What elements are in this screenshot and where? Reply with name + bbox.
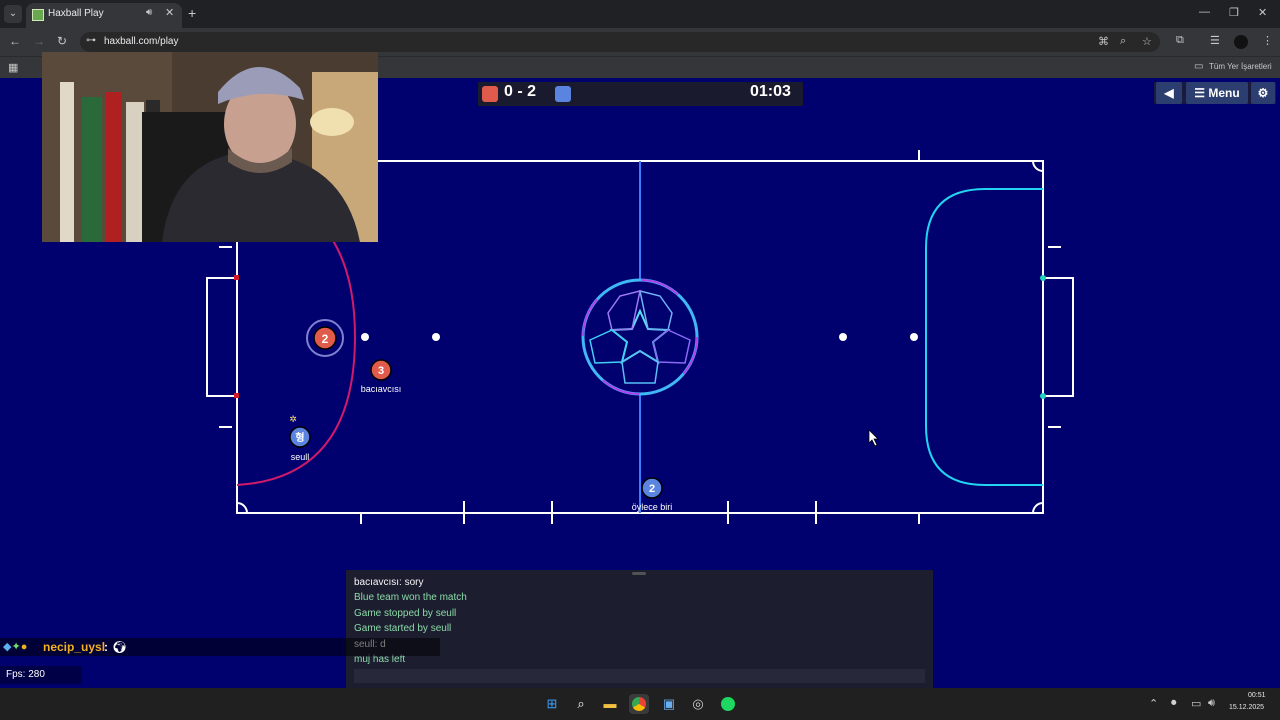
folder-icon: ▭ [1194,61,1204,72]
game-controls: ◀ ☰ Menu ⚙ [1154,82,1276,104]
extensions-icon[interactable]: ⧉ [1176,34,1184,47]
url-text[interactable]: haxball.com/play [104,36,178,47]
speaker-icon[interactable]: 🔊︎ [146,7,152,18]
player-number: 2 [649,483,655,495]
close-tab-icon[interactable]: ✕ [165,6,174,19]
microphone-icon[interactable]: ⏺︎ [1171,697,1177,710]
chat-message: Game stopped by seull [354,608,457,619]
chat-resize-handle[interactable] [632,572,646,575]
clock-date[interactable]: 15.12.2025 [1229,704,1264,711]
tray-overflow-icon[interactable]: ⌃ [1149,697,1158,710]
tab-title: Haxball Play [48,8,104,19]
address-bar[interactable]: ⊶ haxball.com/play ⌘ ⌕ ☆ [80,32,1160,52]
score: 0 - 2 [504,83,537,100]
chat-input[interactable] [354,669,925,683]
windows-start-icon[interactable]: ⊞ [542,694,562,714]
badge-icons: ◆✦● [3,641,28,653]
spotify-icon[interactable] [718,694,738,714]
network-icon[interactable]: ▭ [1191,697,1201,710]
site-info-icon[interactable]: ⊶ [86,35,96,46]
blue-team-square [555,86,571,102]
tab-search-button[interactable]: ⌄ [4,5,22,23]
settings-button[interactable]: ⚙ [1251,82,1275,104]
media-controls-icon[interactable]: ☰ [1210,34,1220,47]
steam-icon[interactable]: ◎ [688,694,708,714]
stream-separator: : [104,640,108,654]
player-number: 2 [322,332,329,346]
player-name: seull [291,452,310,462]
player-number: 형 [295,431,304,444]
back-button[interactable]: ← [9,34,21,48]
all-bookmarks-link[interactable]: Tüm Yer İşaretleri [1209,62,1272,71]
window-close-button[interactable]: ✕ [1258,6,1267,19]
browser-tab-bar: ⌄ Haxball Play 🔊︎ ✕ + — ❐ ✕ [0,0,1280,28]
translate-icon[interactable]: ⌘ [1098,35,1109,48]
clock-time[interactable]: 00:51 [1248,692,1266,699]
fps-text: Fps: 280 [6,669,45,680]
player-name: bacıavcısı [361,384,402,394]
center-ball-logo [581,278,699,396]
file-explorer-icon[interactable]: ▬ [600,694,620,714]
chat-message: Game started by seull [354,623,452,634]
stream-chat-overlay: ◆✦● necip_uysl : 🌍︎ [0,638,440,656]
restore-button[interactable]: ❐ [1229,6,1239,19]
chat-message: Blue team won the match [354,592,467,603]
taskbar: ⊞ ⌕ ▬ ▣ ◎ ⌃ ⏺︎ ▭ 🔊︎ 00:51 15.12.2025 [0,688,1280,720]
bookmark-star-icon[interactable]: ☆ [1142,35,1152,48]
photos-icon[interactable]: ▣ [659,694,679,714]
menu-button[interactable]: ☰ Menu [1186,82,1248,104]
search-icon[interactable]: ⌕ [571,694,591,714]
forward-button[interactable]: → [33,34,45,48]
haxball-favicon-icon [32,9,44,21]
stream-username: necip_uysl [43,640,106,654]
chrome-icon[interactable] [629,694,649,714]
webcam-overlay [42,52,378,242]
sound-toggle-button[interactable]: ◀ [1156,82,1182,104]
fps-counter: Fps: 280 [0,666,82,684]
match-timer: 01:03 [750,83,791,100]
chat-message: bacıavcısı: sory [354,577,424,588]
zoom-icon[interactable]: ⌕ [1120,35,1126,48]
new-tab-button[interactable]: + [188,5,196,21]
game-area: 2 3 bacıavcısı 형 seull ✲ 2 öylece biri 0… [0,52,1280,688]
apps-grid-icon[interactable]: ▦ [8,61,18,74]
mouse-cursor-icon [868,429,879,447]
player-name: öylece biri [632,502,673,512]
webcam-feed [42,52,378,242]
reload-button[interactable]: ↻ [57,34,67,48]
minimize-button[interactable]: — [1199,6,1210,18]
browser-tab[interactable]: Haxball Play 🔊︎ ✕ [26,3,182,28]
emote-icon: 🌍︎ [112,640,128,654]
menu-label: Menu [1208,86,1240,100]
sparkle-icon: ✲ [289,415,297,425]
red-team-square [482,86,498,102]
profile-avatar[interactable] [1234,35,1248,49]
more-menu-icon[interactable]: ⋮ [1262,34,1273,47]
player-number: 3 [378,365,384,377]
volume-icon[interactable]: 🔊︎ [1208,697,1215,710]
scoreboard: 0 - 2 01:03 [478,82,803,106]
chat-panel: bacıavcısı: sory Blue team won the match… [346,570,933,688]
hamburger-icon: ☰ [1194,86,1209,100]
